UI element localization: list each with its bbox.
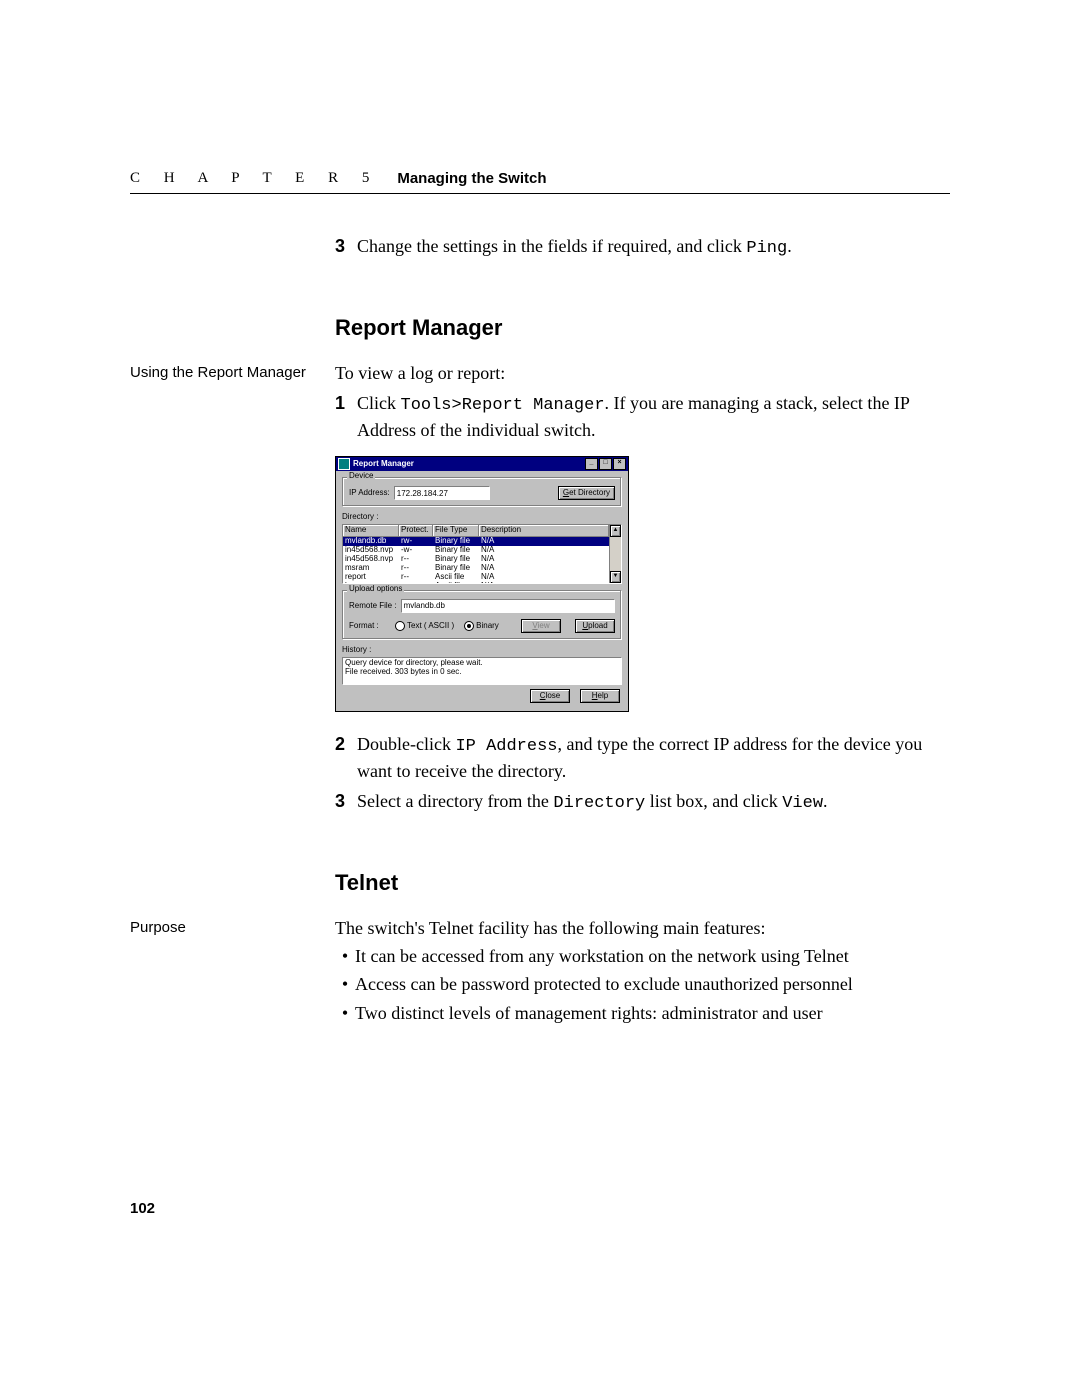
- inline-code: Directory: [553, 794, 645, 813]
- heading-report-manager: Report Manager: [335, 313, 950, 343]
- bullet-item: Two distinct levels of management rights…: [335, 1001, 950, 1025]
- margin-note: Purpose: [130, 916, 335, 938]
- directory-label: Directory :: [342, 513, 622, 522]
- upload-button[interactable]: Upload: [575, 619, 615, 633]
- chapter-title: Managing the Switch: [397, 170, 546, 187]
- radio-binary[interactable]: Binary: [464, 621, 499, 631]
- history-line: File received. 303 bytes in 0 sec.: [345, 668, 619, 677]
- radio-text-ascii[interactable]: Text ( ASCII ): [395, 621, 454, 631]
- ip-address-label: IP Address:: [349, 489, 390, 498]
- maximize-button[interactable]: □: [599, 458, 612, 470]
- close-button[interactable]: ×: [613, 458, 626, 470]
- list-item[interactable]: in45d568.nvpr--Binary fileN/A: [343, 555, 609, 564]
- scroll-down-button[interactable]: ▼: [610, 571, 621, 583]
- view-button[interactable]: View: [521, 619, 561, 633]
- scroll-up-button[interactable]: ▲: [610, 525, 621, 537]
- format-label: Format :: [349, 622, 391, 631]
- chapter-number: C H A P T E R 5: [130, 170, 379, 187]
- step-1: 1 Click Tools>Report Manager. If you are…: [335, 391, 950, 442]
- step-number: 3: [335, 789, 357, 816]
- inline-code: Tools>Report Manager: [401, 396, 605, 415]
- list-header: Name Protect. File Type Description: [343, 525, 609, 537]
- history-label: History :: [342, 646, 622, 655]
- step-3-ping: 3 Change the settings in the fields if r…: [335, 234, 950, 261]
- list-item[interactable]: in45d568.nvp-w-Binary fileN/A: [343, 546, 609, 555]
- inline-code: Ping: [746, 239, 787, 258]
- bullet-item: It can be accessed from any workstation …: [335, 944, 950, 968]
- list-item[interactable]: reportr--Ascii fileN/A: [343, 573, 609, 582]
- heading-telnet: Telnet: [335, 868, 950, 898]
- minimize-button[interactable]: _: [585, 458, 598, 470]
- fieldset-legend: Device: [347, 472, 375, 481]
- upload-options-fieldset: Upload options Remote File : Format : Te…: [342, 590, 622, 640]
- col-filetype[interactable]: File Type: [433, 525, 479, 536]
- col-protect[interactable]: Protect.: [399, 525, 433, 536]
- margin-note: Using the Report Manager: [130, 361, 335, 383]
- running-header: C H A P T E R 5 Managing the Switch: [130, 170, 950, 194]
- dialog-titlebar[interactable]: Report Manager _ □ ×: [336, 457, 628, 471]
- step-number: 1: [335, 391, 357, 442]
- close-button[interactable]: Close: [530, 689, 570, 703]
- remote-file-label: Remote File :: [349, 602, 397, 611]
- step-number: 3: [335, 234, 357, 261]
- col-description[interactable]: Description: [479, 525, 609, 536]
- inline-code: IP Address: [455, 737, 557, 756]
- step-text: Change the settings in the fields if req…: [357, 236, 746, 256]
- bullet-item: Access can be password protected to excl…: [335, 972, 950, 996]
- get-directory-button[interactable]: Get Directory: [558, 486, 615, 500]
- app-icon: [338, 458, 350, 470]
- scrollbar[interactable]: ▲ ▼: [609, 525, 621, 583]
- ip-address-input[interactable]: [394, 486, 490, 500]
- dialog-title: Report Manager: [353, 460, 584, 469]
- figure-report-manager-dialog: Report Manager _ □ × Device IP Address:: [335, 456, 950, 712]
- list-item[interactable]: logr--Ascii fileN/A: [343, 582, 609, 583]
- step-2: 2 Double-click IP Address, and type the …: [335, 732, 950, 783]
- page-number: 102: [130, 1200, 155, 1217]
- intro-text: The switch's Telnet facility has the fol…: [335, 916, 950, 940]
- step-number: 2: [335, 732, 357, 783]
- list-item[interactable]: mvlandb.dbrw-Binary fileN/A: [343, 537, 609, 546]
- history-box: Query device for directory, please wait.…: [342, 657, 622, 685]
- directory-listbox[interactable]: Name Protect. File Type Description mvla…: [342, 524, 622, 584]
- intro-text: To view a log or report:: [335, 361, 950, 385]
- list-item[interactable]: msramr--Binary fileN/A: [343, 564, 609, 573]
- step-3: 3 Select a directory from the Directory …: [335, 789, 950, 816]
- remote-file-input[interactable]: [401, 599, 615, 613]
- dialog-window: Report Manager _ □ × Device IP Address:: [335, 456, 629, 712]
- col-name[interactable]: Name: [343, 525, 399, 536]
- help-button[interactable]: Help: [580, 689, 620, 703]
- device-fieldset: Device IP Address: Get Directory: [342, 477, 622, 507]
- fieldset-legend: Upload options: [347, 585, 404, 594]
- inline-code: View: [782, 794, 823, 813]
- scroll-track[interactable]: [610, 537, 621, 571]
